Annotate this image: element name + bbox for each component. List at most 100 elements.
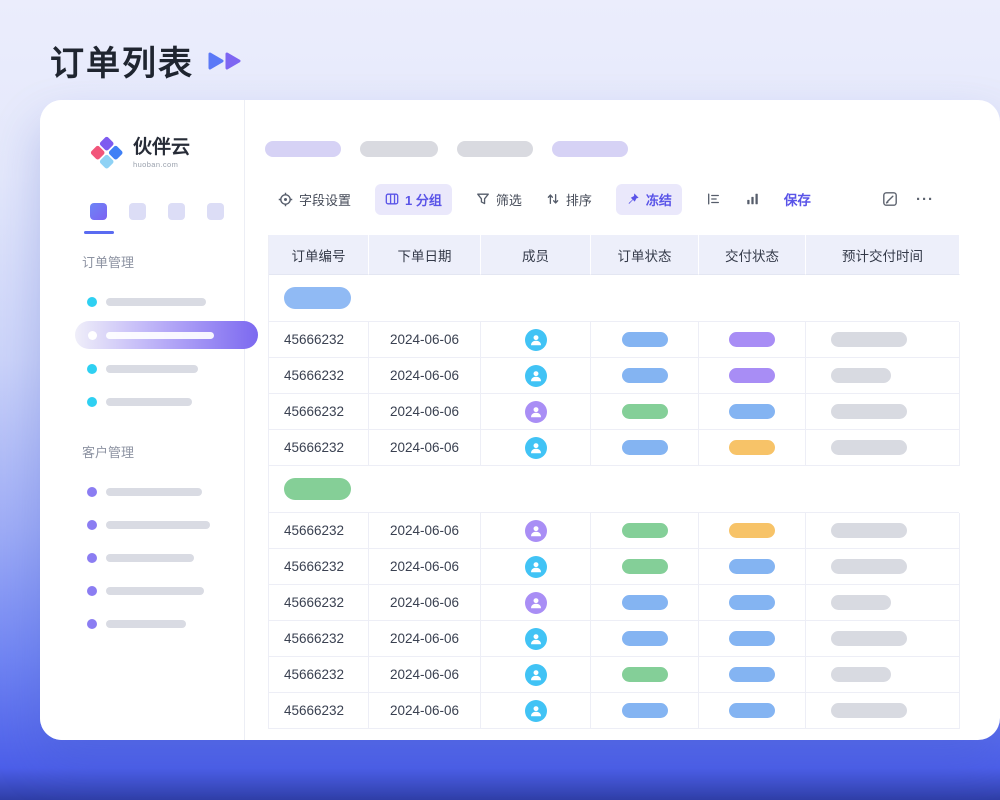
- sidebar-item-selected[interactable]: [75, 321, 258, 349]
- logo-domain: huoban.com: [133, 160, 190, 169]
- order-status-cell: [591, 358, 699, 394]
- sidebar-item[interactable]: [40, 541, 244, 574]
- item-text-placeholder: [106, 398, 192, 406]
- order-number-cell: 45666232: [269, 585, 369, 621]
- chart-button[interactable]: [745, 192, 760, 206]
- column-header[interactable]: 下单日期: [369, 235, 481, 275]
- member-cell: [481, 657, 591, 693]
- sidebar-tab-2[interactable]: [129, 203, 146, 220]
- sidebar-tab-3[interactable]: [168, 203, 185, 220]
- item-dot: [87, 619, 97, 629]
- logo-text: 伙伴云: [133, 138, 190, 157]
- person-icon: [529, 405, 543, 419]
- sort-button[interactable]: 排序: [546, 190, 592, 209]
- table-row[interactable]: 456662322024-06-06: [269, 549, 959, 585]
- page-header: 订单列表: [50, 36, 244, 85]
- order-date-cell: 2024-06-06: [369, 693, 481, 729]
- table-row[interactable]: 456662322024-06-06: [269, 693, 959, 729]
- group-button[interactable]: 1 分组: [375, 184, 452, 215]
- table-row[interactable]: 456662322024-06-06: [269, 430, 959, 466]
- logo: 伙伴云 huoban.com: [90, 136, 190, 170]
- eta-placeholder-pill: [831, 559, 907, 574]
- freeze-label: 冻结: [646, 190, 672, 209]
- member-avatar: [525, 664, 547, 686]
- member-cell: [481, 322, 591, 358]
- delivery-status-pill: [729, 440, 775, 455]
- order-date-cell: 2024-06-06: [369, 657, 481, 693]
- delivery-status-cell: [699, 394, 806, 430]
- group-header-row[interactable]: [269, 466, 959, 513]
- order-status-cell: [591, 394, 699, 430]
- table-row[interactable]: 456662322024-06-06: [269, 394, 959, 430]
- row-height-button[interactable]: [706, 192, 721, 206]
- member-avatar: [525, 365, 547, 387]
- column-header[interactable]: 订单编号: [269, 235, 369, 275]
- sidebar-item[interactable]: [40, 607, 244, 640]
- sidebar-item[interactable]: [40, 285, 244, 318]
- table-row[interactable]: 456662322024-06-06: [269, 513, 959, 549]
- delivery-status-pill: [729, 523, 775, 538]
- sidebar-tab-4[interactable]: [207, 203, 224, 220]
- toolbar: 字段设置 1 分组 筛选 排序: [278, 184, 1000, 214]
- member-cell: [481, 585, 591, 621]
- toolbar-right: ···: [882, 191, 934, 208]
- breadcrumb-placeholder: [265, 141, 341, 157]
- order-table: 订单编号下单日期成员订单状态交付状态预计交付时间456662322024-06-…: [268, 235, 959, 729]
- member-avatar: [525, 628, 547, 650]
- item-dot: [87, 520, 97, 530]
- table-row[interactable]: 456662322024-06-06: [269, 585, 959, 621]
- member-avatar: [525, 592, 547, 614]
- person-icon: [529, 369, 543, 383]
- sidebar-item[interactable]: [40, 352, 244, 385]
- sidebar-item[interactable]: [40, 574, 244, 607]
- column-header[interactable]: 成员: [481, 235, 591, 275]
- delivery-status-pill: [729, 559, 775, 574]
- selected-item-text-placeholder: [106, 332, 214, 339]
- table-row[interactable]: 456662322024-06-06: [269, 657, 959, 693]
- item-text-placeholder: [106, 488, 202, 496]
- sidebar-tab-1[interactable]: [90, 203, 107, 220]
- save-button[interactable]: 保存: [784, 189, 811, 209]
- order-status-pill: [622, 440, 668, 455]
- bar-chart-icon: [745, 192, 760, 206]
- member-cell: [481, 394, 591, 430]
- table-row[interactable]: 456662322024-06-06: [269, 358, 959, 394]
- order-status-pill: [622, 523, 668, 538]
- sidebar-item[interactable]: [40, 475, 244, 508]
- column-header[interactable]: 预计交付时间: [806, 235, 960, 275]
- delivery-status-cell: [699, 549, 806, 585]
- field-settings-button[interactable]: 字段设置: [278, 190, 351, 209]
- sidebar-item[interactable]: [40, 385, 244, 418]
- eta-cell: [806, 358, 960, 394]
- person-icon: [529, 668, 543, 682]
- freeze-button[interactable]: 冻结: [616, 184, 682, 215]
- page-title: 订单列表: [50, 36, 194, 85]
- more-button[interactable]: ···: [916, 191, 934, 208]
- edit-button[interactable]: [882, 191, 898, 207]
- delivery-status-pill: [729, 368, 775, 383]
- item-dot: [87, 487, 97, 497]
- eta-placeholder-pill: [831, 595, 891, 610]
- delivery-status-pill: [729, 404, 775, 419]
- order-status-cell: [591, 621, 699, 657]
- filter-button[interactable]: 筛选: [476, 190, 522, 209]
- breadcrumb: [265, 141, 628, 157]
- eta-placeholder-pill: [831, 404, 907, 419]
- order-number-cell: 45666232: [269, 358, 369, 394]
- logo-icon: [90, 136, 124, 170]
- group-header-row[interactable]: [269, 275, 959, 322]
- table-row[interactable]: 456662322024-06-06: [269, 322, 959, 358]
- order-date-cell: 2024-06-06: [369, 430, 481, 466]
- member-avatar: [525, 700, 547, 722]
- main-area: 字段设置 1 分组 筛选 排序: [245, 100, 1000, 740]
- order-status-cell: [591, 693, 699, 729]
- group-label-pill: [284, 287, 351, 309]
- table-row[interactable]: 456662322024-06-06: [269, 621, 959, 657]
- funnel-icon: [476, 192, 490, 206]
- order-status-cell: [591, 657, 699, 693]
- sidebar-item[interactable]: [40, 508, 244, 541]
- column-header[interactable]: 订单状态: [591, 235, 699, 275]
- column-header[interactable]: 交付状态: [699, 235, 806, 275]
- delivery-status-pill: [729, 703, 775, 718]
- order-date-cell: 2024-06-06: [369, 513, 481, 549]
